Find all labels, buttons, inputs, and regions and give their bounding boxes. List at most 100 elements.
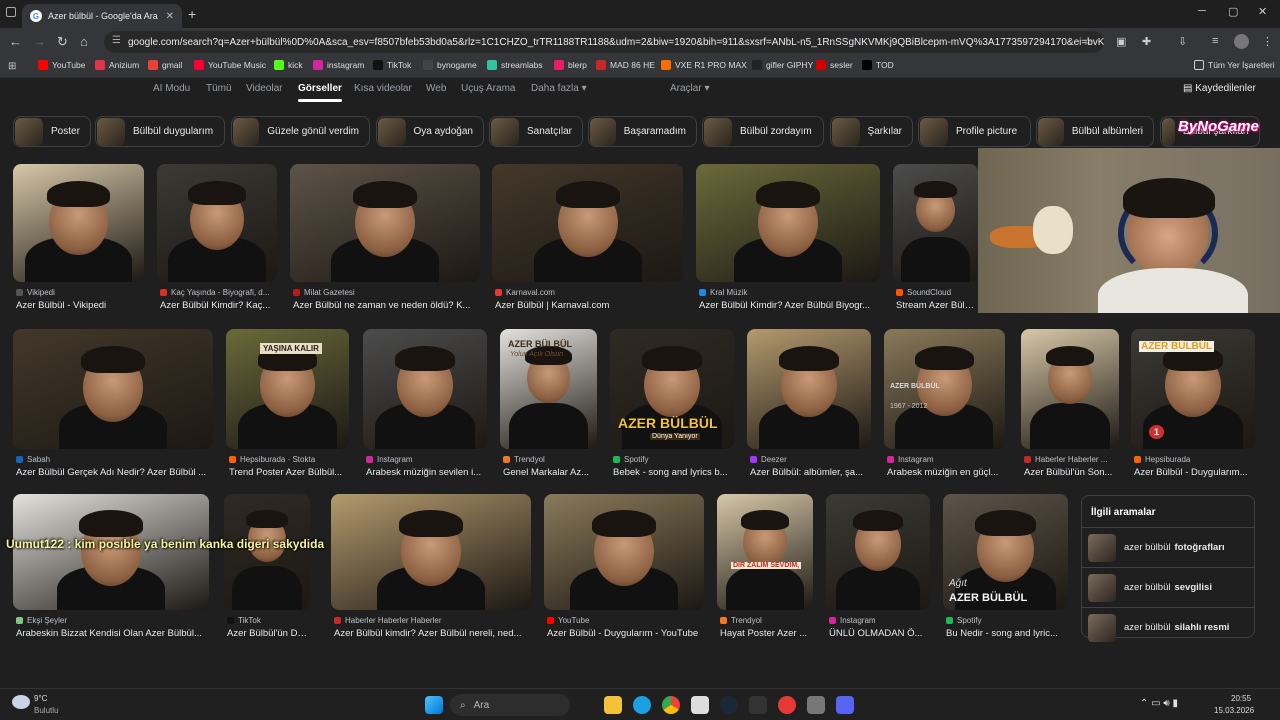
image-result[interactable]: TikTok Azer Bülbül'ün Der... (224, 494, 310, 644)
app-red-icon[interactable] (778, 696, 796, 714)
bookmark-item[interactable]: bynogame (423, 60, 477, 70)
result-title[interactable]: Bu Nedir - song and lyric... (946, 628, 1067, 639)
result-title[interactable]: Genel Markalar Az... (503, 467, 596, 478)
tab-list-icon[interactable] (6, 7, 16, 17)
result-thumbnail[interactable] (747, 329, 871, 449)
result-title[interactable]: Azer Bülbül: albümler, şa... (750, 467, 870, 478)
clock-time[interactable]: 20:55 (1231, 694, 1251, 703)
address-bar[interactable]: ☰ google.com/search?q=Azer+bülbül%0D%0A&… (104, 31, 1104, 53)
result-title[interactable]: Stream Azer Bülbül - Elin... (896, 300, 977, 311)
puzzle-icon[interactable]: ✚ (1142, 35, 1151, 48)
profile-avatar[interactable] (1234, 34, 1249, 49)
result-thumbnail[interactable] (544, 494, 704, 610)
all-bookmarks[interactable]: Tüm Yer İşaretleri (1194, 60, 1275, 70)
bookmark-item[interactable]: kick (274, 60, 303, 70)
image-result[interactable]: AZER BÜLBÜL Yolun Açık Olsun Trendyol Genel… (500, 329, 597, 483)
tab-3[interactable]: Görseller (298, 83, 342, 102)
image-result[interactable]: AZER BÜLBÜL 1 Hepsiburada Azer Bülbül - Duy… (1131, 329, 1255, 483)
back-icon[interactable]: ← (9, 34, 22, 49)
minimize-icon[interactable]: ─ (1198, 5, 1206, 17)
image-result[interactable]: DİR ZALIM SEVDİM, Trendyol Hayat Poster Az… (717, 494, 813, 644)
image-result[interactable]: Sabah Azer Bülbül Gerçek Adı Nedir? Azer … (13, 329, 213, 483)
filter-chip[interactable]: Güzele gönül verdim (231, 116, 370, 147)
reload-icon[interactable]: ↻ (57, 34, 68, 50)
result-thumbnail[interactable] (492, 164, 683, 282)
app-cross-icon[interactable] (807, 696, 825, 714)
bookmark-item[interactable]: blerp (554, 60, 587, 70)
filter-chip[interactable]: Sanatçılar (489, 116, 583, 147)
tab-1[interactable]: Tümü (206, 83, 232, 94)
image-result[interactable]: Ekşi Şeyler Arabeskin Bizzat Kendisi Olan… (13, 494, 209, 644)
steam-icon[interactable] (720, 696, 738, 714)
result-thumbnail[interactable]: YAŞINA KALIR (226, 329, 349, 449)
bookmark-item[interactable]: instagram (313, 60, 364, 70)
related-search-item[interactable]: azer bülbül silahlı resmi (1082, 607, 1254, 647)
filter-chip[interactable]: Oya aydoğan (376, 116, 484, 147)
image-result[interactable]: Haberler Haberler ... Azer Bülbül'ün Son.… (1021, 329, 1119, 483)
filter-chip[interactable]: Poster (13, 116, 91, 147)
image-result[interactable]: YouTube Azer Bülbül - Duygularım - YouTub… (544, 494, 704, 644)
image-result[interactable]: Deezer Azer Bülbül: albümler, şa... (747, 329, 871, 483)
result-thumbnail[interactable] (13, 494, 209, 610)
filter-chip[interactable]: Bülbül zordayım (702, 116, 824, 147)
result-thumbnail[interactable] (363, 329, 487, 449)
result-title[interactable]: Azer Bülbül'ün Son... (1024, 467, 1118, 478)
result-title[interactable]: Azer Bülbül Kimdir? Azer Bülbül Biyogr..… (699, 300, 879, 311)
extension-icon[interactable]: ▣ (1116, 35, 1126, 48)
tab-0[interactable]: AI Modu (153, 83, 190, 94)
bookmark-star-icon[interactable]: ☆ (1083, 35, 1093, 48)
result-title[interactable]: Azer Bülbül - Duygularım - YouTube (547, 628, 703, 639)
filter-chip[interactable]: Başaramadım (588, 116, 697, 147)
taskbar-search[interactable]: ⌕ Ara (450, 694, 570, 716)
result-title[interactable]: Azer Bülbül Kimdir? Kaç... (160, 300, 276, 311)
clock-date[interactable]: 15.03.2026 (1214, 706, 1254, 715)
image-result[interactable]: Milat Gazetesi Azer Bülbül ne zaman ve ne… (290, 164, 480, 316)
tab-7[interactable]: Daha fazla ▾ (531, 83, 587, 94)
result-thumbnail[interactable]: AZER BÜLBÜL 1967 - 2012 (884, 329, 1005, 449)
close-window-icon[interactable]: ✕ (1258, 5, 1267, 18)
new-tab-button[interactable]: + (188, 6, 196, 22)
result-thumbnail[interactable]: Ağıt AZER BÜLBÜL (943, 494, 1068, 610)
result-thumbnail[interactable]: AZER BÜLBÜL Dünya Yanıyor (610, 329, 734, 449)
image-result[interactable]: AZER BÜLBÜL 1967 - 2012 Instagram Arabesk m… (884, 329, 1005, 483)
discord-icon[interactable] (836, 696, 854, 714)
image-result[interactable]: Karnaval.com Azer Bülbül | Karnaval.com (492, 164, 683, 316)
result-title[interactable]: Azer Bülbül - Duygularım... (1134, 467, 1254, 478)
result-thumbnail[interactable] (290, 164, 480, 282)
result-title[interactable]: Trend Poster Azer Bülbül... (229, 467, 348, 478)
tab-6[interactable]: Uçuş Arama (461, 83, 515, 94)
filter-chip[interactable]: Profile picture (918, 116, 1031, 147)
close-tab-icon[interactable]: ✕ (166, 11, 174, 22)
result-thumbnail[interactable] (696, 164, 880, 282)
result-title[interactable]: ÜNLÜ OLMADAN Ö... (829, 628, 929, 639)
result-title[interactable]: Hayat Poster Azer ... (720, 628, 812, 639)
result-title[interactable]: Azer Bülbül | Karnaval.com (495, 300, 682, 311)
result-thumbnail[interactable] (13, 164, 144, 282)
result-title[interactable]: Arabeskin Bizzat Kendisi Olan Azer Bülbü… (16, 628, 208, 639)
bookmark-item[interactable]: MAD 86 HE (596, 60, 655, 70)
bookmark-item[interactable]: sesler (816, 60, 853, 70)
maximize-icon[interactable]: ▢ (1228, 5, 1238, 18)
bookmark-item[interactable]: TOD (862, 60, 894, 70)
menu-icon[interactable]: ⋮ (1262, 35, 1273, 48)
image-result[interactable]: Instagram ÜNLÜ OLMADAN Ö... (826, 494, 930, 644)
bookmark-item[interactable]: VXE R1 PRO MAX (661, 60, 747, 70)
tray-icons[interactable]: ⌃ ▭ 🔊︎ ▮ (1140, 698, 1178, 709)
result-title[interactable]: Arabesk müziğin sevilen i... (366, 467, 486, 478)
forward-icon[interactable]: → (33, 34, 46, 49)
downloads-icon[interactable]: ⇩ (1178, 35, 1187, 48)
result-thumbnail[interactable]: AZER BÜLBÜL Yolun Açık Olsun (500, 329, 597, 449)
result-title[interactable]: Azer Bülbül Gerçek Adı Nedir? Azer Bülbü… (16, 467, 212, 478)
image-result[interactable]: Instagram Arabesk müziğin sevilen i... (363, 329, 487, 483)
weather-icon[interactable] (12, 695, 30, 709)
weather-temp[interactable]: 9°C (34, 694, 47, 703)
related-search-item[interactable]: azer bülbül fotoğrafları (1082, 527, 1254, 567)
result-thumbnail[interactable] (826, 494, 930, 610)
result-title[interactable]: Azer Bülbül kimdir? Azer Bülbül nereli, … (334, 628, 530, 639)
bookmark-item[interactable]: gifler GIPHY (752, 60, 813, 70)
image-result[interactable]: Vikipedi Azer Bülbül - Vikipedi (13, 164, 144, 316)
bookmark-item[interactable]: TikTok (373, 60, 411, 70)
browser-tab[interactable]: G Azer bülbül - Google'da Ara ✕ (22, 4, 182, 28)
store-icon[interactable] (691, 696, 709, 714)
edge-icon[interactable] (633, 696, 651, 714)
